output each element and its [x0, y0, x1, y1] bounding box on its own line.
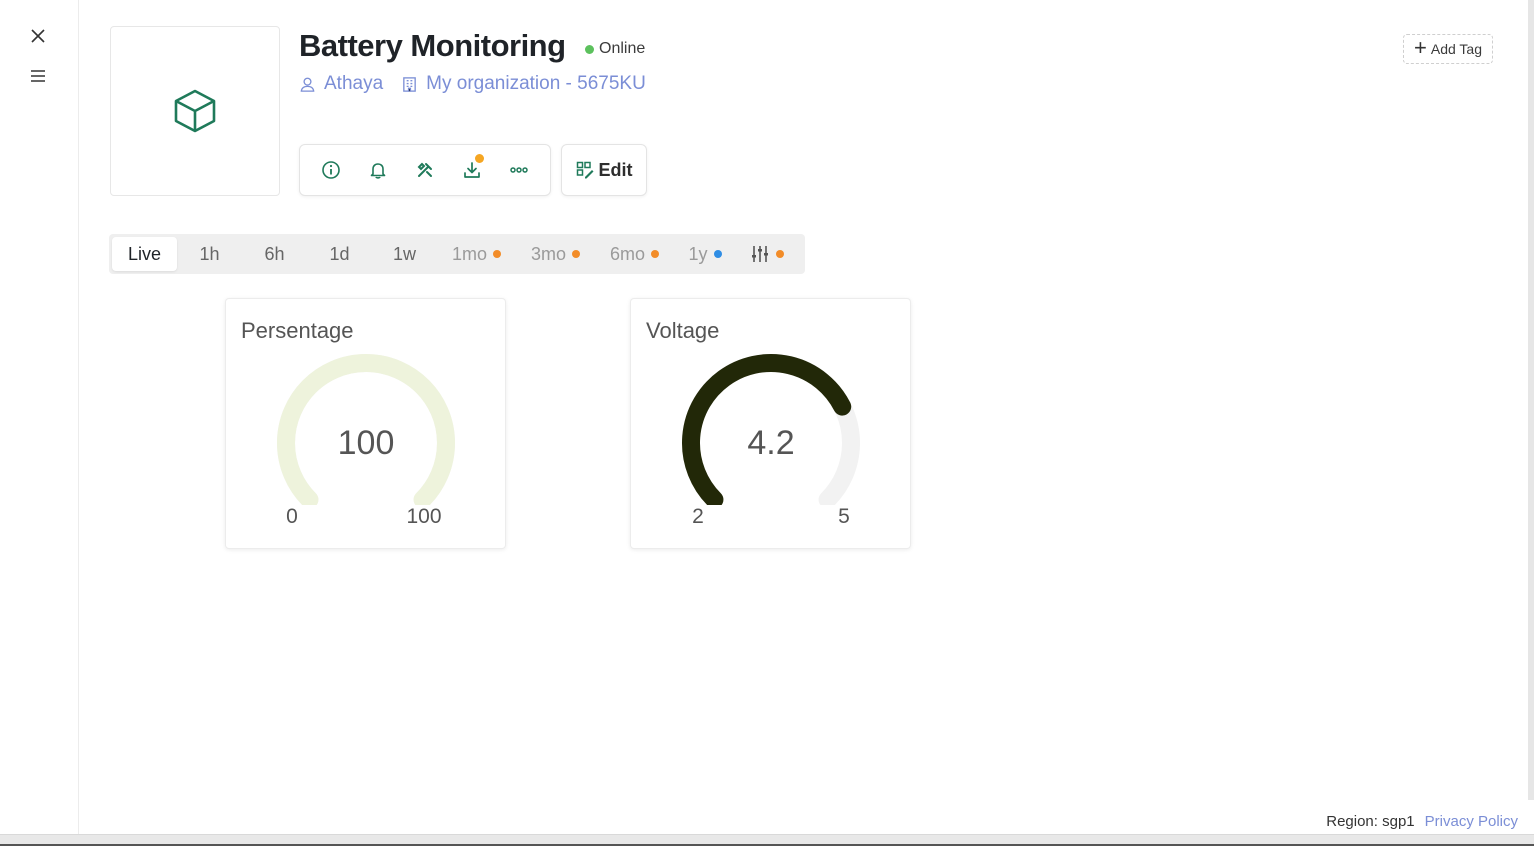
gauge-value: 100 [338, 424, 395, 462]
gauge-min: 2 [692, 505, 704, 528]
range-tab-label: Live [127, 243, 162, 264]
range-tab-label: 1d [329, 243, 350, 264]
edit-button[interactable]: Edit [561, 144, 647, 196]
bell-icon [370, 163, 386, 179]
range-tab-6mo[interactable]: 6mo [595, 237, 674, 271]
plus-icon: + [1414, 35, 1427, 60]
premium-dot [776, 250, 784, 258]
range-tab-live[interactable]: Live [112, 237, 177, 271]
more-button[interactable] [505, 156, 533, 184]
close-icon[interactable] [26, 24, 50, 48]
notifications-button[interactable] [364, 156, 392, 184]
left-rail [0, 0, 79, 834]
main-content: Battery Monitoring Online Athaya My orga… [80, 0, 1534, 834]
gauge: 100 [277, 354, 455, 505]
range-tab-1w[interactable]: 1w [372, 237, 437, 271]
device-toolbar [299, 144, 551, 196]
gauge-widget-persentage[interactable]: Persentage 100 0 100 [225, 298, 506, 549]
premium-dot [713, 250, 722, 258]
range-tab-label: 6mo [609, 243, 645, 264]
status-badge: Online [585, 40, 645, 58]
privacy-policy-link[interactable]: Privacy Policy [1425, 813, 1518, 830]
range-tab-3mo[interactable]: 3mo [516, 237, 595, 271]
edit-label: Edit [598, 159, 633, 180]
range-tab-label: 6h [264, 243, 285, 264]
add-tag-button[interactable]: + Add Tag [1403, 34, 1493, 64]
info-icon [322, 161, 341, 179]
user-icon [300, 77, 315, 92]
region-label: Region: sgp1 [1326, 813, 1415, 830]
owner-link[interactable]: Athaya [299, 73, 383, 95]
tools-icon [417, 162, 432, 177]
owner-name: Athaya [324, 73, 384, 94]
range-tab-label: 1y [688, 243, 708, 264]
range-tab-label: 3mo [530, 243, 566, 264]
premium-dot [651, 250, 659, 258]
download-icon [463, 162, 480, 178]
building-icon [403, 76, 416, 92]
range-tab-1mo[interactable]: 1mo [437, 237, 516, 271]
organization-name: My organization - 5675KU [426, 73, 646, 94]
download-notification-dot [474, 154, 484, 163]
info-button[interactable] [317, 156, 345, 184]
gauge: 4.2 [682, 354, 860, 505]
widget-title: Persentage [241, 318, 354, 343]
custom-range-button[interactable] [736, 237, 798, 271]
range-tab-label: 1h [199, 243, 220, 264]
page-title: Battery Monitoring [299, 28, 566, 63]
range-tab-1h[interactable]: 1h [177, 237, 242, 271]
range-tab-label: 1w [392, 243, 416, 264]
time-range-selector: Live 1h 6h 1d 1w 1mo 3mo 6mo 1y [109, 234, 805, 274]
device-thumbnail [110, 26, 280, 196]
range-tab-1d[interactable]: 1d [307, 237, 372, 271]
cube-icon [174, 89, 216, 133]
gauge-value: 4.2 [747, 424, 794, 462]
gauge-max: 5 [838, 505, 850, 528]
download-button[interactable] [458, 154, 486, 184]
scrollbar[interactable] [1528, 0, 1534, 800]
horizontal-scrollbar[interactable] [0, 834, 1534, 846]
more-icon [509, 167, 528, 173]
organization-link[interactable]: My organization - 5675KU [401, 73, 646, 95]
gauge-widget-voltage[interactable]: Voltage 4.2 2 5 [630, 298, 911, 549]
premium-dot [493, 250, 501, 258]
gauge-max: 100 [406, 505, 442, 528]
tools-button[interactable] [411, 156, 439, 184]
range-tab-6h[interactable]: 6h [242, 237, 307, 271]
footer: Region: sgp1 Privacy Policy [1326, 813, 1518, 830]
sliders-icon [752, 246, 768, 262]
edit-dashboard-icon [576, 161, 593, 179]
range-tab-label: 1mo [451, 243, 487, 264]
device-meta: Athaya My organization - 5675KU [299, 73, 646, 95]
widget-title: Voltage [646, 318, 720, 343]
range-tab-1y[interactable]: 1y [674, 237, 736, 271]
add-tag-label: Add Tag [1430, 41, 1482, 57]
online-dot-icon [585, 44, 594, 54]
gauge-min: 0 [286, 505, 298, 528]
status-text: Online [599, 40, 646, 57]
premium-dot [572, 250, 580, 258]
menu-icon[interactable] [26, 64, 50, 88]
